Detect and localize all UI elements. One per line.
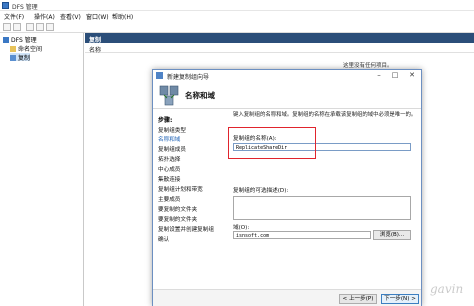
step-item-current: 名称和域 xyxy=(158,137,181,143)
replication-icon xyxy=(10,55,16,61)
dfs-app-icon xyxy=(2,2,9,9)
menu-help[interactable]: 帮助(H) xyxy=(112,12,133,21)
main-header: 复制 xyxy=(85,33,474,44)
maximize-icon[interactable]: □ xyxy=(389,71,401,80)
toolbar xyxy=(0,21,474,33)
show-tree-icon[interactable] xyxy=(26,23,34,31)
step-item: 复制组计划和带宽 xyxy=(158,187,203,193)
menu-file[interactable]: 文件(F) xyxy=(4,12,24,21)
window-titlebar: DFS 管理 xyxy=(0,0,474,11)
step-item: 要复制的文件夹 xyxy=(158,207,198,213)
wizard-titlebar: 新建复制组向导 – □ ✕ xyxy=(153,70,421,81)
empty-list-text: 这里没有任何项目。 xyxy=(343,63,393,69)
back-button[interactable]: < 上一步(P) xyxy=(339,294,377,304)
domain-input[interactable]: isnsoft.com xyxy=(233,231,371,239)
wizard-description: 键入复制组的名称和域。复制组的名称在承载该复制组的域中必须是唯一的。 xyxy=(233,112,417,118)
optional-description-field[interactable] xyxy=(233,196,411,220)
wizard-app-icon xyxy=(156,72,163,79)
forward-arrow-icon[interactable] xyxy=(13,23,21,31)
wizard-title: 新建复制组向导 xyxy=(167,74,210,81)
properties-icon[interactable] xyxy=(36,23,44,31)
help-icon[interactable] xyxy=(46,23,54,31)
tree-item-dfs-management[interactable]: DFS 管理 xyxy=(3,35,37,44)
wizard-footer: < 上一步(P) 下一步(N) > xyxy=(153,289,421,306)
minimize-icon[interactable]: – xyxy=(373,71,385,80)
step-item: 要复制的文件夹 xyxy=(158,217,198,223)
wizard-page-heading: 名称和域 xyxy=(185,91,215,100)
step-item: 主要成员 xyxy=(158,197,181,203)
window-title: DFS 管理 xyxy=(12,4,38,11)
step-item: 确认 xyxy=(158,237,170,243)
tree-label: 复制 xyxy=(18,55,31,62)
close-icon[interactable]: ✕ xyxy=(406,71,418,80)
step-item: 中心成员 xyxy=(158,167,181,173)
step-item: 复制组类型 xyxy=(158,128,186,134)
step-item: 拓扑选择 xyxy=(158,157,181,163)
tree-item-namespaces[interactable]: 命名空间 xyxy=(10,44,43,53)
step-item: 集散连接 xyxy=(158,177,181,183)
watermark: gavin xyxy=(430,282,464,296)
tree-label: DFS 管理 xyxy=(11,37,37,44)
tree-item-replication[interactable]: 复制 xyxy=(10,53,31,62)
new-replication-group-wizard: 新建复制组向导 – □ ✕ 名称和域 步骤: 复制组类型 名称和域 复制组成员 … xyxy=(152,69,422,306)
step-item: 复制组成员 xyxy=(158,147,186,153)
menu-view[interactable]: 查看(V) xyxy=(60,12,81,21)
folder-icon xyxy=(10,46,16,52)
wizard-header: 名称和域 xyxy=(153,81,421,109)
menu-action[interactable]: 操作(A) xyxy=(34,12,55,21)
step-item: 复制设置并创建复制组 xyxy=(158,227,214,233)
next-button[interactable]: 下一步(N) > xyxy=(381,294,419,304)
back-arrow-icon[interactable] xyxy=(3,23,11,31)
replication-group-icon xyxy=(159,85,179,106)
steps-title: 步骤: xyxy=(158,117,173,124)
menu-bar: 文件(F) 操作(A) 查看(V) 窗口(W) 帮助(H) xyxy=(0,11,474,21)
highlight-box xyxy=(228,127,316,159)
menu-window[interactable]: 窗口(W) xyxy=(86,12,109,21)
wizard-steps: 步骤: 复制组类型 名称和域 复制组成员 拓扑选择 中心成员 集散连接 复制组计… xyxy=(153,110,229,306)
optional-description-label: 复制组的可选描述(D): xyxy=(233,188,289,194)
tree-label: 命名空间 xyxy=(18,46,43,53)
domain-label: 域(O): xyxy=(233,225,250,231)
dfs-icon xyxy=(3,37,9,43)
column-header-name[interactable]: 名称 xyxy=(85,43,474,54)
browse-button[interactable]: 浏览(B)... xyxy=(373,230,411,240)
console-tree: DFS 管理 命名空间 复制 xyxy=(0,33,84,306)
